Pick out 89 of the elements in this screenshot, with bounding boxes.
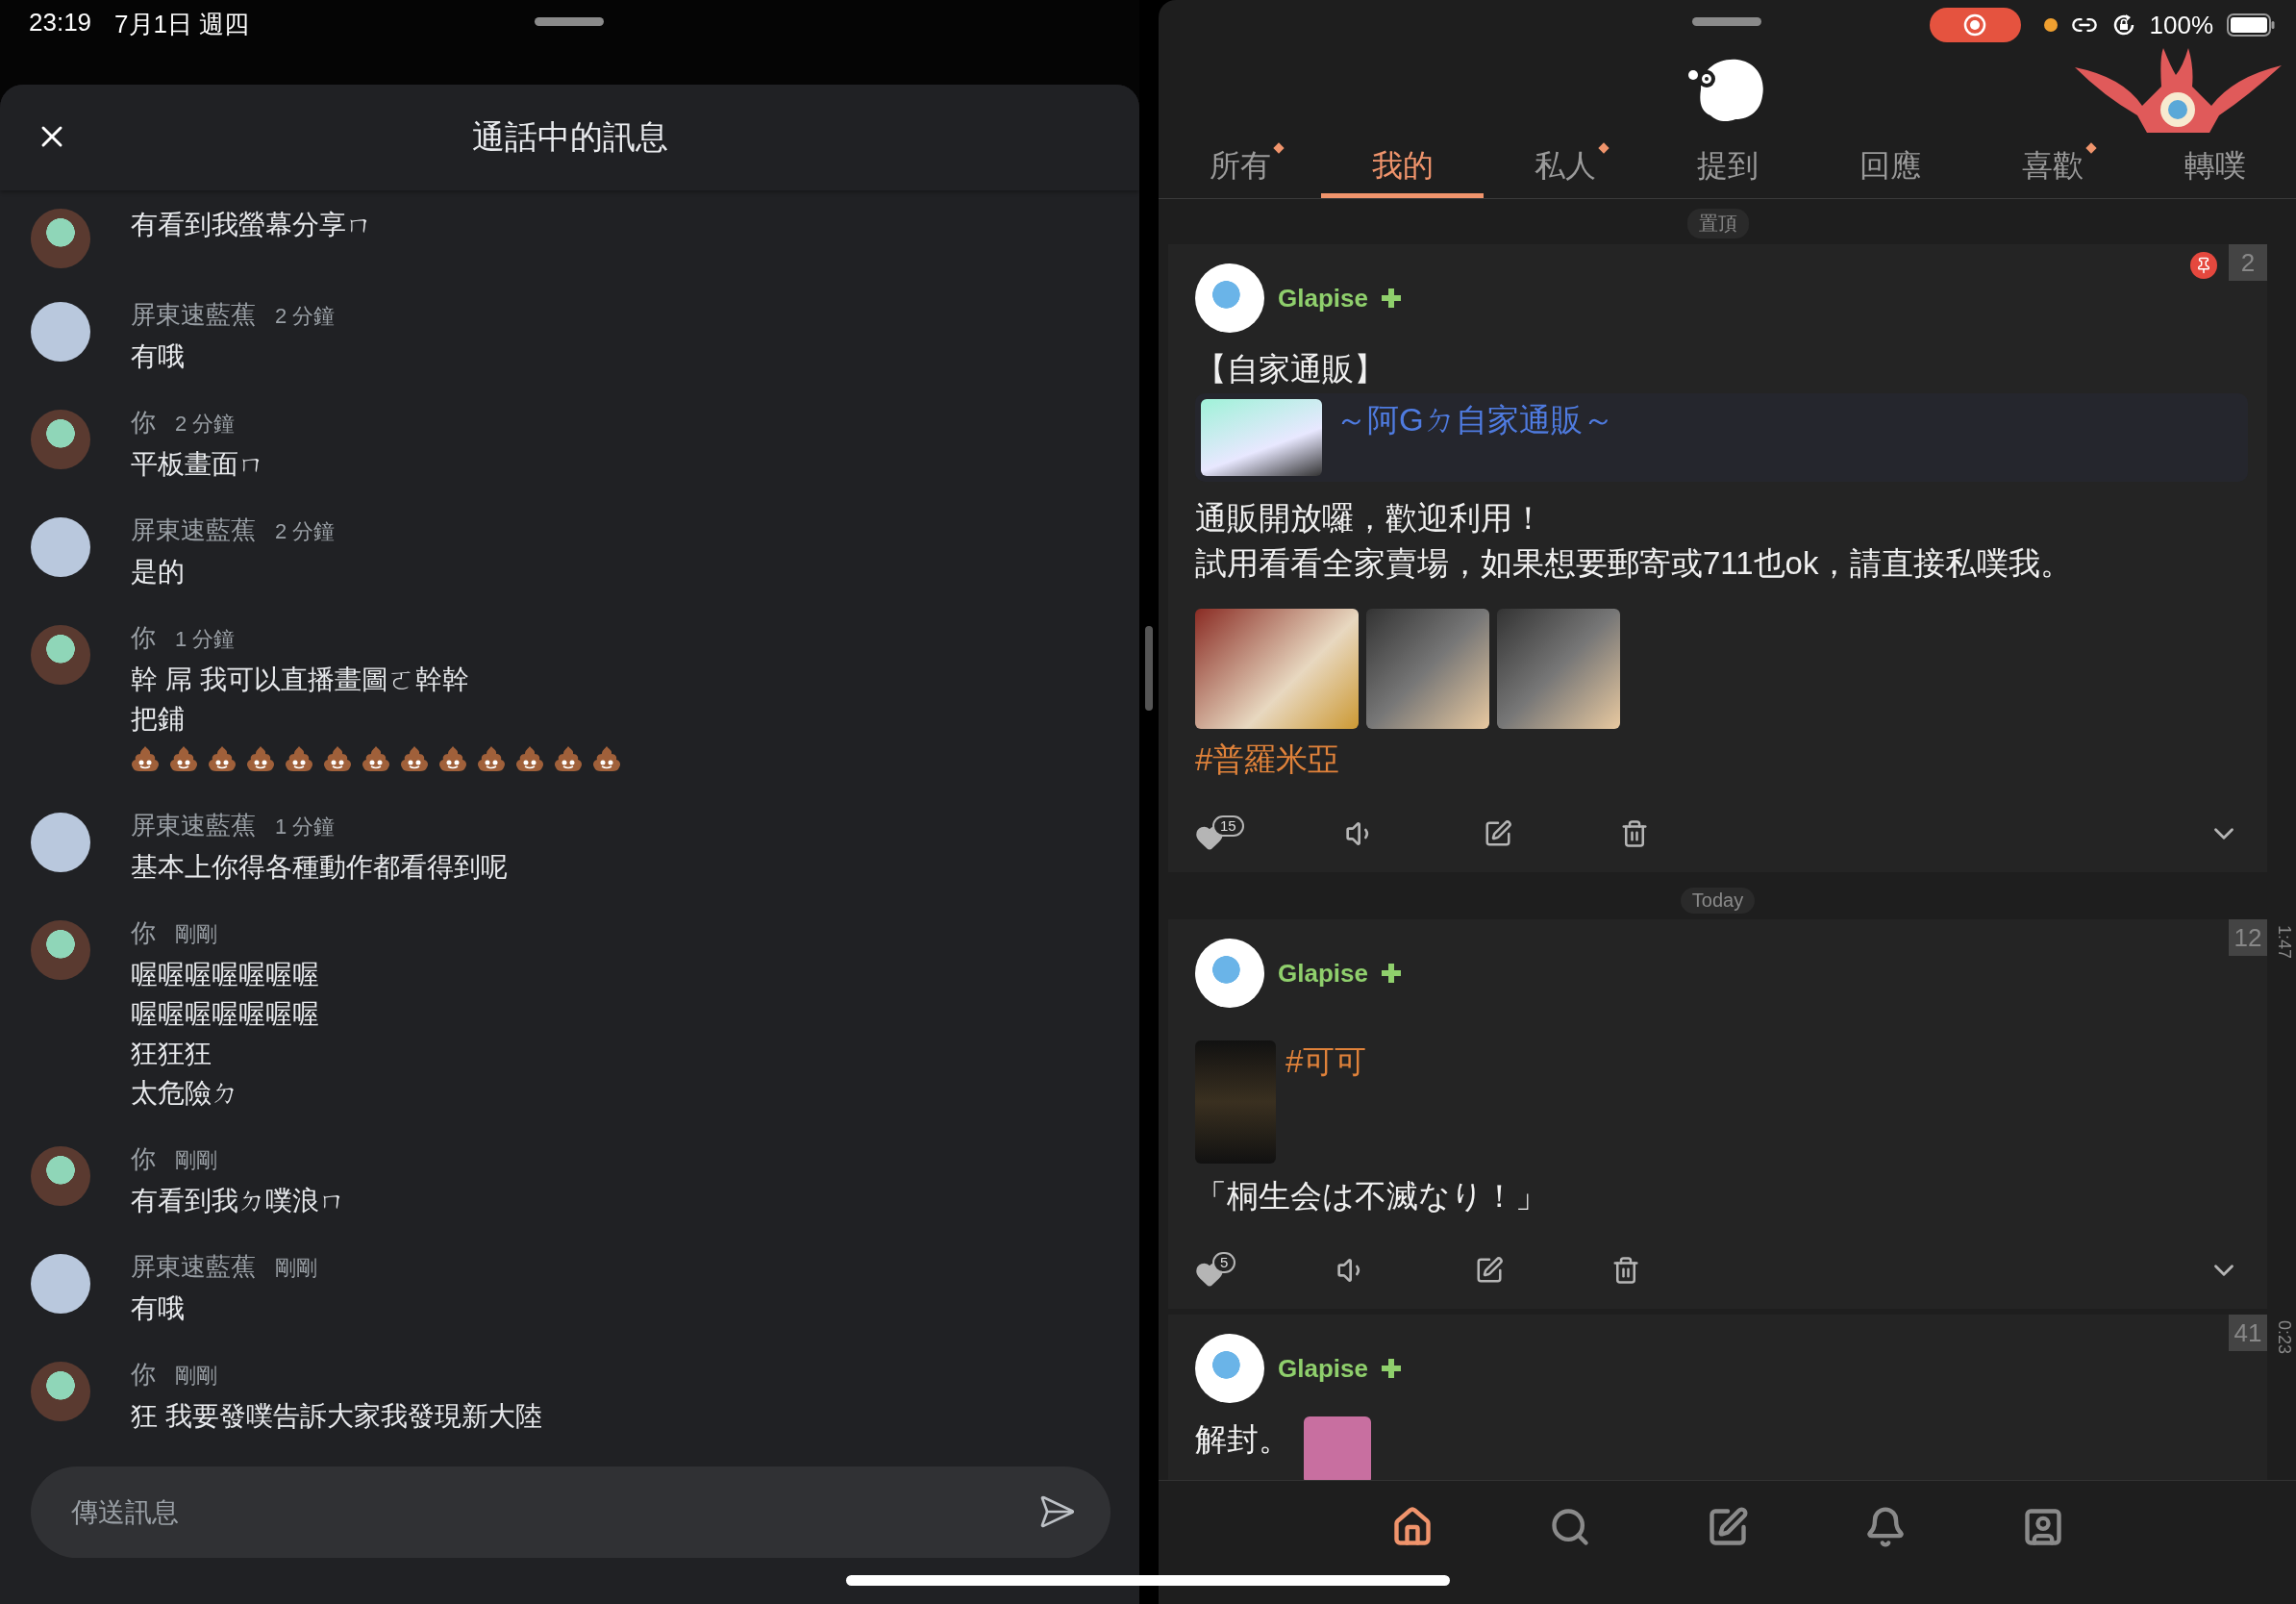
- multitask-handle[interactable]: [1692, 17, 1761, 26]
- poop-emoji-icon: [285, 744, 313, 773]
- post-text: 「桐生会は不滅なり！」: [1195, 1177, 1548, 1216]
- message-text: 喔喔喔喔喔喔喔: [131, 959, 319, 991]
- battery-icon: [2227, 13, 2275, 37]
- sender-name: 屏東速藍蕉: [131, 1251, 256, 1283]
- hashtag-link[interactable]: #普羅米亞: [1195, 741, 1340, 777]
- sender-name: 你: [131, 407, 156, 439]
- like-button[interactable]: 5: [1195, 1252, 1236, 1289]
- message-text: 平板畫面ㄇ: [131, 448, 265, 481]
- poop-emoji-icon: [323, 744, 352, 773]
- poop-emoji-icon: [208, 744, 237, 773]
- message-time: 2 分鐘: [175, 411, 236, 438]
- message-text: 狂 我要發噗告訴大家我發現新大陸: [131, 1400, 542, 1433]
- poop-emoji-icon: [515, 744, 544, 773]
- poop-emoji-icon: [362, 744, 390, 773]
- timeline-tab[interactable]: 我的: [1321, 144, 1484, 198]
- poop-emoji-icon: [438, 744, 467, 773]
- split-view-handle[interactable]: [1145, 626, 1153, 711]
- multitask-handle[interactable]: [535, 17, 604, 26]
- poop-emoji-icon: [246, 744, 275, 773]
- status-time: 23:19: [29, 8, 92, 38]
- timeline-tab[interactable]: 所有: [1159, 144, 1321, 198]
- photo-placeholder[interactable]: [1497, 609, 1620, 729]
- timeline-tab[interactable]: 回應: [1809, 144, 1971, 198]
- plus-badge-icon: [1381, 1359, 1401, 1378]
- message-text: 狂狂狂: [131, 1038, 212, 1070]
- post-time: 0:23: [2274, 1320, 2294, 1355]
- link-preview[interactable]: ～阿Gㄉ自家通販～: [1195, 393, 2248, 482]
- message-text: 有看到我螢幕分享ㄇ: [131, 209, 373, 241]
- post-title: 【自家通販】: [1195, 350, 1386, 388]
- message-text: 有哦: [131, 1292, 186, 1325]
- message-time: 2 分鐘: [275, 518, 336, 545]
- message-text: 有哦: [131, 340, 186, 373]
- plus-badge-icon: [1381, 288, 1401, 308]
- edit-button[interactable]: [1475, 1256, 1505, 1285]
- timeline-tab[interactable]: 提到: [1646, 144, 1809, 198]
- response-count: 2: [2229, 244, 2267, 281]
- sender-name: 你: [131, 1143, 156, 1175]
- poop-emoji-icon: [592, 744, 621, 773]
- message-text: 有看到我ㄉ噗浪ㄇ: [131, 1185, 346, 1217]
- timeline-tab[interactable]: 私人: [1484, 144, 1646, 198]
- poop-emoji-icon: [169, 744, 198, 773]
- sender-name: 屏東速藍蕉: [131, 514, 256, 546]
- hashtag-link[interactable]: #可可: [1285, 1040, 1367, 1164]
- message-text: 幹 屌 我可以直播畫圖ㄛ幹幹: [131, 664, 470, 696]
- post-text: 解封。: [1195, 1420, 1290, 1459]
- sheet-title: 通話中的訊息: [471, 117, 668, 157]
- message-time: 1 分鐘: [175, 626, 236, 653]
- message-time: 剛剛: [175, 1147, 217, 1174]
- response-count: 12: [2229, 919, 2267, 956]
- message-text: 喔喔喔喔喔喔喔: [131, 998, 319, 1031]
- message-time: 2 分鐘: [275, 303, 336, 330]
- message-time: 剛剛: [175, 1363, 217, 1390]
- message-text: 基本上你得各種動作都看得到呢: [131, 851, 508, 884]
- post-time: 1:47: [2274, 925, 2294, 960]
- sender-name: 你: [131, 1359, 156, 1391]
- section-label: 置頂: [1686, 209, 1749, 238]
- sender-name: 你: [131, 622, 156, 654]
- message-text: 太危險ㄉ: [131, 1077, 239, 1110]
- message-time: 1 分鐘: [275, 814, 336, 840]
- mic-in-use-dot: [2043, 18, 2058, 32]
- message-time: 剛剛: [175, 921, 217, 948]
- message-input[interactable]: 傳送訊息: [31, 1466, 1111, 1558]
- message-text: 是的: [131, 556, 186, 589]
- post-text: 通販開放囉，歡迎利用！ 試用看看全家賣場，如果想要郵寄或711也ok，請直接私噗我。: [1195, 499, 2074, 583]
- photo-placeholder[interactable]: [1366, 609, 1489, 729]
- sticker-placeholder: [1304, 1416, 1371, 1480]
- status-date: 7月1日 週四: [114, 9, 250, 40]
- section-label: Today: [1680, 888, 1756, 914]
- poop-emoji-icon: [554, 744, 583, 773]
- photo-placeholder[interactable]: [1195, 609, 1359, 729]
- author-name[interactable]: Glapise: [1278, 958, 1368, 989]
- response-count: 41: [2229, 1315, 2267, 1351]
- sender-name: 屏東速藍蕉: [131, 810, 256, 841]
- battery-percentage: 100%: [2149, 10, 2213, 40]
- poop-emoji-icon: [131, 744, 160, 773]
- sender-name: 屏東速藍蕉: [131, 299, 256, 331]
- author-name[interactable]: Glapise: [1278, 283, 1368, 313]
- sender-name: 你: [131, 917, 156, 949]
- timeline-tab[interactable]: 喜歡: [1971, 144, 2134, 198]
- poop-emoji-icon: [477, 744, 506, 773]
- poop-emoji-icon: [400, 744, 429, 773]
- author-name[interactable]: Glapise: [1278, 1353, 1368, 1384]
- message-text: 把鋪: [131, 703, 186, 736]
- like-button[interactable]: 15: [1195, 815, 1244, 852]
- timeline-tab[interactable]: 轉噗: [2134, 144, 2296, 198]
- plus-badge-icon: [1381, 964, 1401, 983]
- message-time: 剛剛: [275, 1255, 317, 1282]
